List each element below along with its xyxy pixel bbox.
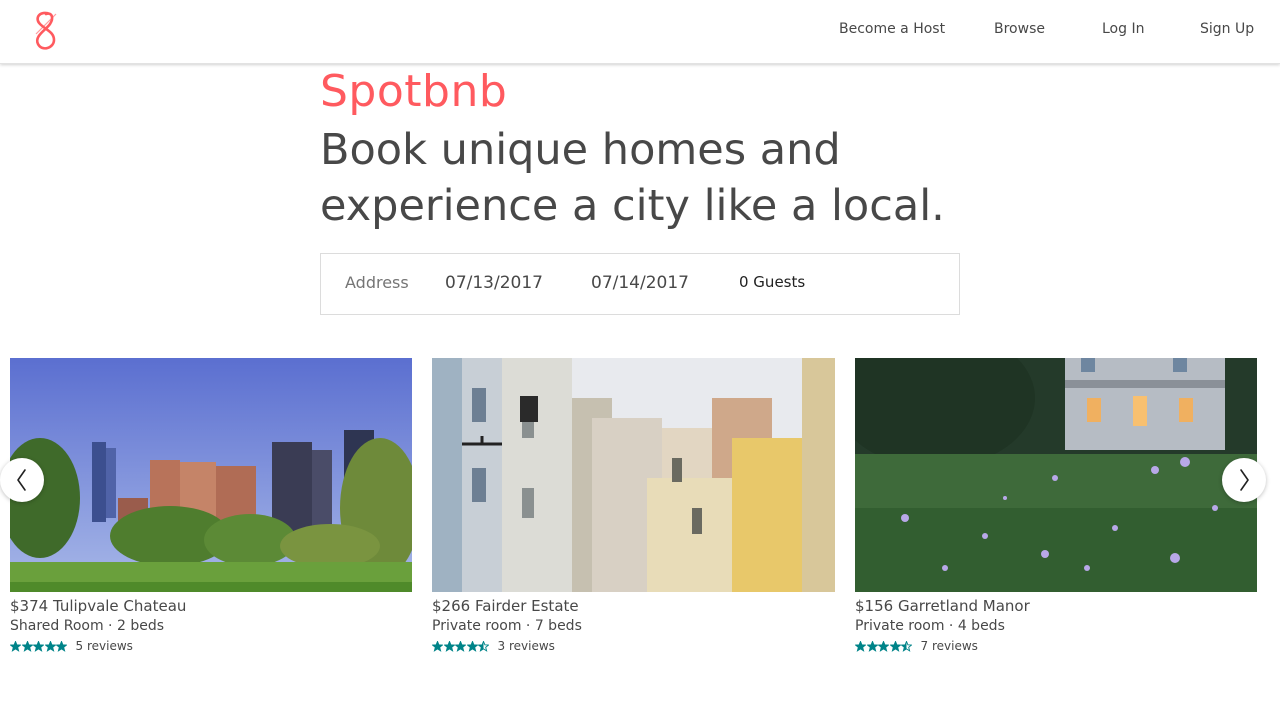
carousel-prev-button[interactable] (0, 458, 44, 502)
star-icon (478, 640, 489, 652)
star-icon (10, 640, 21, 652)
star-icon (432, 640, 443, 652)
star-icon (866, 640, 878, 652)
narrow-street-buildings-photo[interactable] (432, 358, 835, 592)
chevron-left-icon (17, 469, 26, 491)
address-input[interactable]: Address (345, 273, 409, 292)
star-icon (455, 640, 466, 652)
listing-card[interactable]: $374 Tulipvale Chateau Shared Room · 2 b… (10, 358, 412, 654)
star-icon (901, 640, 912, 652)
review-count: 5 reviews (75, 639, 133, 653)
nav-become-host[interactable]: Become a Host (839, 21, 945, 37)
check-out-date-input[interactable]: 07/14/2017 (591, 273, 689, 293)
listing-rating: 5 reviews (10, 638, 412, 654)
star-icon (466, 640, 478, 652)
nav-browse[interactable]: Browse (994, 21, 1045, 37)
check-in-date-input[interactable]: 07/13/2017 (445, 273, 543, 293)
listing-subtitle: Private room · 7 beds (432, 618, 582, 634)
star-icon (443, 640, 455, 652)
hero-tagline: Book unique homes and experience a city … (320, 125, 945, 231)
star-rating (855, 640, 913, 652)
star-icon (44, 640, 56, 652)
chevron-right-icon (1240, 469, 1249, 491)
flower-meadow-house-photo[interactable] (855, 358, 1257, 592)
city-park-skyline-photo[interactable] (10, 358, 412, 592)
review-count: 7 reviews (920, 639, 978, 653)
star-icon (33, 640, 44, 652)
listing-subtitle: Shared Room · 2 beds (10, 618, 164, 634)
star-icon (21, 640, 33, 652)
listing-title: $374 Tulipvale Chateau (10, 597, 187, 615)
nav-sign-up[interactable]: Sign Up (1200, 21, 1254, 37)
top-navbar: Become a Host Browse Log In Sign Up (0, 0, 1280, 64)
star-icon (56, 640, 67, 652)
review-count: 3 reviews (497, 639, 555, 653)
listing-subtitle: Private room · 4 beds (855, 618, 1005, 634)
star-icon (878, 640, 889, 652)
spotbnb-logo-icon[interactable] (28, 10, 64, 52)
listing-title: $266 Fairder Estate (432, 597, 579, 615)
listing-rating: 7 reviews (855, 638, 1257, 654)
listing-card[interactable]: $156 Garretland Manor Private room · 4 b… (855, 358, 1257, 654)
carousel-next-button[interactable] (1222, 458, 1266, 502)
guests-selector[interactable]: 0 Guests (739, 273, 805, 291)
listing-title: $156 Garretland Manor (855, 597, 1030, 615)
star-icon (889, 640, 901, 652)
listing-rating: 3 reviews (432, 638, 835, 654)
star-rating (432, 640, 490, 652)
star-icon (855, 640, 866, 652)
brand-title: Spotbnb (320, 66, 508, 117)
listing-card[interactable]: $266 Fairder Estate Private room · 7 bed… (432, 358, 835, 654)
search-bar: Address 07/13/2017 07/14/2017 0 Guests (320, 253, 960, 315)
listings-carousel: $374 Tulipvale Chateau Shared Room · 2 b… (0, 358, 1280, 668)
nav-log-in[interactable]: Log In (1102, 21, 1144, 37)
star-rating (10, 640, 68, 652)
